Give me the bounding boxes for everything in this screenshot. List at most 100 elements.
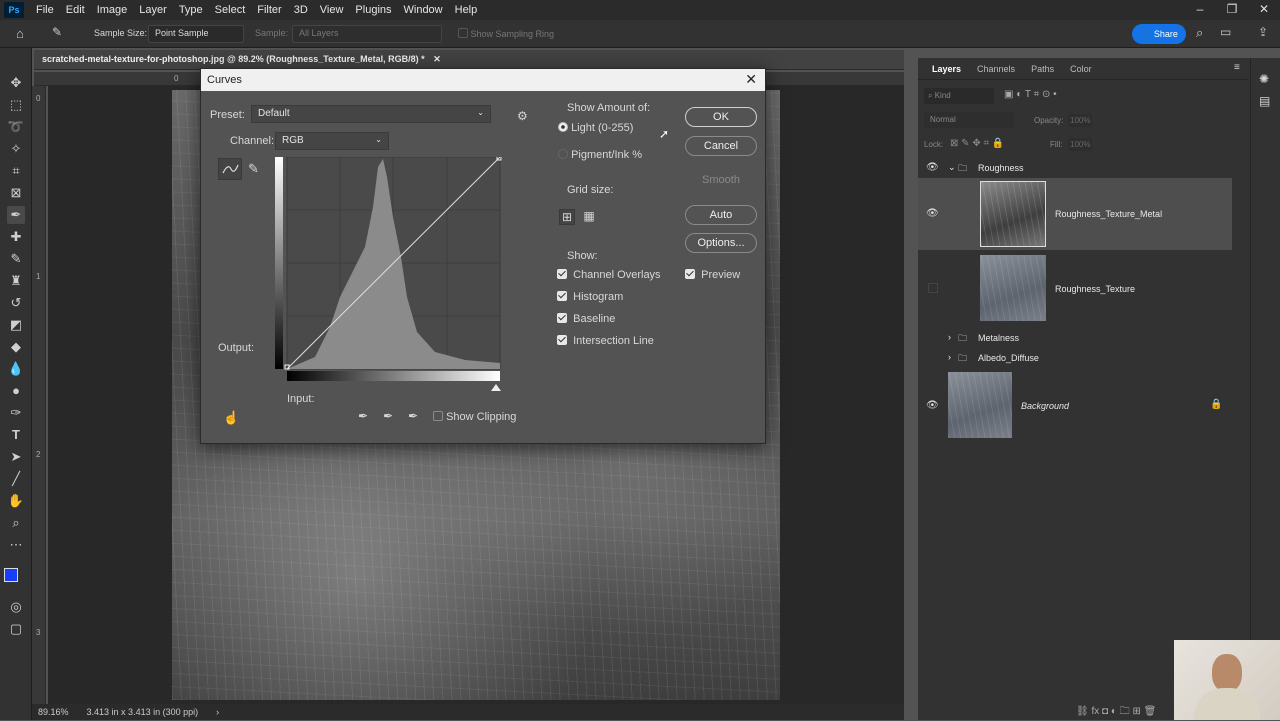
layer-group-albedo[interactable]: › 🗀 Albedo_Diffuse	[918, 348, 1232, 366]
eyedropper-tool-icon-active[interactable]: ✒	[7, 206, 25, 224]
menu-edit[interactable]: Edit	[60, 4, 91, 16]
chevron-down-icon[interactable]: ⌄	[948, 162, 956, 173]
foreground-color-swatch[interactable]	[4, 568, 18, 582]
clone-stamp-icon[interactable]: ♜	[7, 272, 25, 290]
curve-point-tool-icon[interactable]	[218, 158, 242, 180]
magic-wand-tool-icon[interactable]: ✧	[7, 140, 25, 158]
tab-paths[interactable]: Paths	[1023, 64, 1062, 74]
eyedropper-tool-icon[interactable]: ✎	[52, 25, 62, 39]
history-brush-icon[interactable]: ↺	[7, 294, 25, 312]
menu-help[interactable]: Help	[449, 4, 484, 16]
menu-window[interactable]: Window	[398, 4, 449, 16]
gradient-tool-icon[interactable]: ◆	[7, 338, 25, 356]
tab-channels[interactable]: Channels	[969, 64, 1023, 74]
status-arrow-icon[interactable]: ›	[216, 707, 219, 717]
adjustments-icon[interactable]: ✺	[1259, 72, 1269, 86]
blend-mode-select[interactable]: Normal	[924, 112, 1014, 128]
marquee-tool-icon[interactable]: ⬚	[7, 96, 25, 114]
menu-3d[interactable]: 3D	[288, 4, 314, 16]
menu-view[interactable]: View	[314, 4, 350, 16]
filter-kind-select[interactable]: ⌕ Kind	[924, 88, 994, 104]
minimize-icon[interactable]: –	[1184, 0, 1216, 20]
home-icon[interactable]: ⌂	[16, 26, 24, 41]
lock-icons[interactable]: ⊠ ✎ ✥ ⌗ 🔒	[950, 138, 1004, 149]
hand-tool-icon[interactable]: ✋	[7, 492, 25, 510]
opacity-input[interactable]: 100%	[1068, 114, 1093, 127]
white-point-eyedropper-icon[interactable]: ✒	[408, 409, 418, 423]
export-icon[interactable]: ⇪	[1258, 25, 1268, 39]
grid-detailed-icon[interactable]: ▦	[581, 209, 597, 225]
workspace-icon[interactable]: ▭	[1220, 25, 1231, 39]
cancel-button[interactable]: Cancel	[685, 136, 757, 156]
gray-point-eyedropper-icon[interactable]: ✒	[383, 409, 393, 423]
auto-button[interactable]: Auto	[685, 205, 757, 225]
eye-icon[interactable]: 👁	[926, 400, 939, 411]
zoom-tool-icon[interactable]: ⌕	[7, 514, 25, 532]
menu-layer[interactable]: Layer	[133, 4, 173, 16]
sampling-ring-checkbox[interactable]	[458, 28, 468, 38]
quick-mask-icon[interactable]: ◎	[7, 598, 25, 616]
curves-graph[interactable]	[275, 157, 505, 397]
show-clipping-checkbox[interactable]	[433, 411, 443, 421]
options-button[interactable]: Options...	[685, 233, 757, 253]
show-clipping-option[interactable]: Show Clipping	[433, 411, 516, 423]
baseline-option[interactable]: Baseline	[557, 313, 615, 325]
tab-color[interactable]: Color	[1062, 64, 1100, 74]
histogram-checkbox[interactable]	[557, 291, 567, 301]
brush-tool-icon[interactable]: ✎	[7, 250, 25, 268]
line-tool-icon[interactable]: ╱	[7, 470, 25, 488]
menu-type[interactable]: Type	[173, 4, 209, 16]
light-option[interactable]: Light (0-255)	[558, 122, 633, 134]
intersection-line-checkbox[interactable]	[557, 335, 567, 345]
panel-footer-icons[interactable]: ⛓ fx ◘ ◐ 🗀 ⊞ 🗑	[1076, 704, 1156, 721]
menu-image[interactable]: Image	[91, 4, 134, 16]
dialog-close-icon[interactable]: ✕	[745, 71, 757, 88]
menu-select[interactable]: Select	[209, 4, 252, 16]
targeted-adjustment-icon[interactable]: ☝	[223, 410, 239, 426]
preview-checkbox[interactable]	[685, 269, 695, 279]
lasso-tool-icon[interactable]: ➰	[7, 118, 25, 136]
layer-group-metalness[interactable]: › 🗀 Metalness	[918, 328, 1232, 346]
move-tool-icon[interactable]: ✥	[7, 74, 25, 92]
more-tools-icon[interactable]: ⋯	[7, 536, 25, 554]
pen-tool-icon[interactable]: ✑	[7, 404, 25, 422]
share-button[interactable]: 👤 Share	[1132, 24, 1186, 44]
document-tab[interactable]: scratched-metal-texture-for-photoshop.jp…	[34, 50, 904, 70]
pigment-option[interactable]: Pigment/Ink %	[558, 149, 642, 161]
layer-group-roughness[interactable]: 👁 ⌄ 🗀 Roughness	[918, 158, 1232, 176]
pencil-draw-icon[interactable]: ✎	[248, 161, 259, 177]
layer-background[interactable]: 👁 Background 🔒	[918, 370, 1232, 440]
screen-mode-icon[interactable]: ▢	[7, 620, 25, 638]
chevron-right-icon[interactable]: ›	[948, 352, 951, 362]
fill-input[interactable]: 100%	[1068, 138, 1093, 151]
channel-overlays-option[interactable]: Channel Overlays	[557, 269, 661, 281]
histogram-option[interactable]: Histogram	[557, 291, 623, 303]
restore-icon[interactable]: ❐	[1216, 0, 1248, 20]
black-point-eyedropper-icon[interactable]: ✒	[358, 409, 368, 423]
smooth-button[interactable]: Smooth	[685, 170, 757, 190]
grid-simple-icon[interactable]: ⊞	[559, 209, 575, 225]
intersection-line-option[interactable]: Intersection Line	[557, 335, 654, 347]
visibility-toggle[interactable]	[928, 283, 938, 293]
eye-icon[interactable]: 👁	[926, 208, 939, 219]
preset-dropdown[interactable]: Default ⌄	[251, 105, 491, 123]
eye-icon[interactable]: 👁	[926, 162, 939, 173]
search-icon[interactable]: ⌕	[1196, 25, 1203, 41]
menu-plugins[interactable]: Plugins	[349, 4, 397, 16]
filter-icons[interactable]: ▣ ◐ T ⌗ ⊙ •	[1004, 89, 1057, 100]
panel-menu-icon[interactable]: ≡	[1234, 62, 1240, 73]
layer-roughness-texture-metal[interactable]: 👁 Roughness_Texture_Metal	[918, 178, 1232, 250]
chevron-right-icon[interactable]: ›	[948, 332, 951, 342]
menu-file[interactable]: File	[30, 4, 60, 16]
show-sampling-ring[interactable]: Show Sampling Ring	[458, 28, 554, 39]
type-tool-icon[interactable]: T	[7, 426, 25, 444]
zoom-level[interactable]: 89.16%	[38, 707, 69, 717]
path-selection-icon[interactable]: ➤	[7, 448, 25, 466]
healing-brush-icon[interactable]: ✚	[7, 228, 25, 246]
light-radio[interactable]	[558, 122, 568, 132]
frame-tool-icon[interactable]: ⊠	[7, 184, 25, 202]
menu-filter[interactable]: Filter	[251, 4, 287, 16]
layer-roughness-texture[interactable]: Roughness_Texture	[918, 253, 1232, 323]
tab-layers[interactable]: Layers	[924, 64, 969, 74]
dodge-tool-icon[interactable]: ●	[7, 382, 25, 400]
